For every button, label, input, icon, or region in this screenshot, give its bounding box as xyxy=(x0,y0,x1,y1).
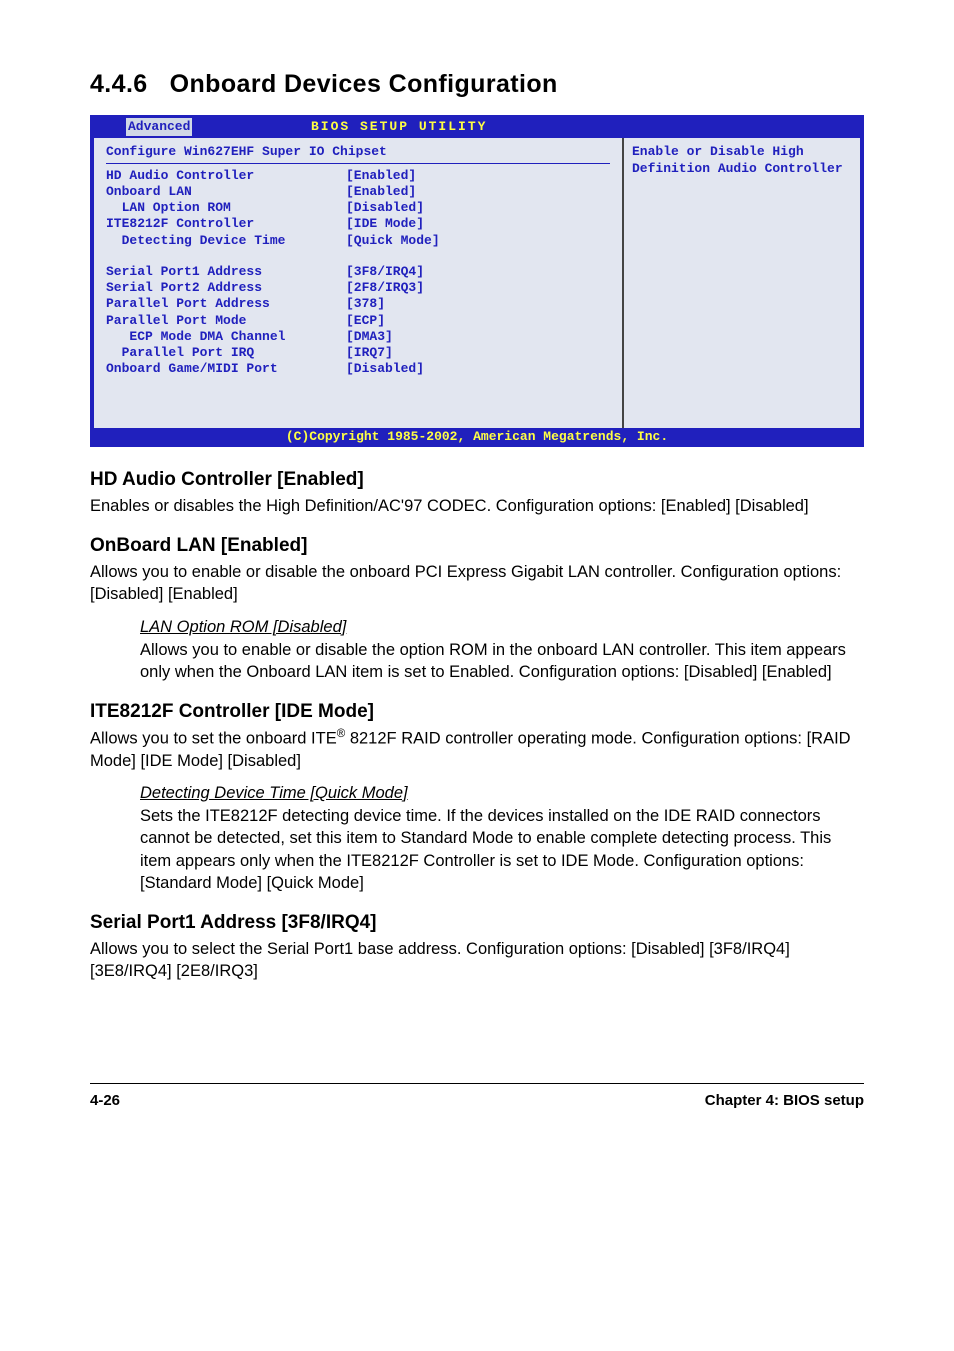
bios-row[interactable]: HD Audio Controller[Enabled] xyxy=(106,168,610,184)
section-heading: 4.4.6 Onboard Devices Configuration xyxy=(90,70,864,99)
bios-row[interactable]: Onboard LAN[Enabled] xyxy=(106,184,610,200)
serial1-title: Serial Port1 Address [3F8/IRQ4] xyxy=(90,912,864,934)
bios-row[interactable]: Onboard Game/MIDI Port[Disabled] xyxy=(106,361,610,377)
page-footer: 4-26 Chapter 4: BIOS setup xyxy=(90,1083,864,1109)
bios-help-pane: Enable or Disable High Definition Audio … xyxy=(624,138,860,427)
bios-header-title: BIOS SETUP UTILITY xyxy=(241,119,487,135)
lan-option-rom-text: Allows you to enable or disable the opti… xyxy=(140,639,864,684)
lan-option-rom-block: LAN Option ROM [Disabled] Allows you to … xyxy=(90,618,864,684)
bios-row[interactable]: ECP Mode DMA Channel[DMA3] xyxy=(106,329,610,345)
bios-row[interactable]: ITE8212F Controller[IDE Mode] xyxy=(106,216,610,232)
serial1-text: Allows you to select the Serial Port1 ba… xyxy=(90,938,864,983)
chapter-label: Chapter 4: BIOS setup xyxy=(705,1092,864,1109)
onboard-lan-text: Allows you to enable or disable the onbo… xyxy=(90,561,864,606)
bios-utility-panel: Advanced BIOS SETUP UTILITY Configure Wi… xyxy=(90,115,864,447)
ite-title: ITE8212F Controller [IDE Mode] xyxy=(90,701,864,723)
bios-subheader: Configure Win627EHF Super IO Chipset xyxy=(106,144,610,163)
registered-icon: ® xyxy=(337,728,346,740)
bios-group-2: Serial Port1 Address[3F8/IRQ4] Serial Po… xyxy=(106,264,610,378)
page-number: 4-26 xyxy=(90,1092,120,1109)
bios-row[interactable]: Serial Port1 Address[3F8/IRQ4] xyxy=(106,264,610,280)
ite-text-pre: Allows you to set the onboard ITE xyxy=(90,730,337,748)
bios-row[interactable]: Parallel Port Mode[ECP] xyxy=(106,313,610,329)
bios-group-1: HD Audio Controller[Enabled] Onboard LAN… xyxy=(106,168,610,249)
bios-row[interactable]: Detecting Device Time[Quick Mode] xyxy=(106,233,610,249)
bios-header: Advanced BIOS SETUP UTILITY xyxy=(90,115,864,136)
section-title-text: Onboard Devices Configuration xyxy=(170,70,558,98)
bios-row[interactable]: Serial Port2 Address[2F8/IRQ3] xyxy=(106,280,610,296)
bios-settings-pane: Configure Win627EHF Super IO Chipset HD … xyxy=(94,138,624,427)
section-number: 4.4.6 xyxy=(90,70,148,98)
bios-tab-advanced[interactable]: Advanced xyxy=(126,118,192,136)
hd-audio-text: Enables or disables the High Definition/… xyxy=(90,495,864,517)
bios-row[interactable]: LAN Option ROM[Disabled] xyxy=(106,200,610,216)
detecting-time-block: Detecting Device Time [Quick Mode] Sets … xyxy=(90,784,864,894)
bios-footer: (C)Copyright 1985-2002, American Megatre… xyxy=(90,428,864,447)
bios-row[interactable]: Parallel Port Address[378] xyxy=(106,296,610,312)
onboard-lan-title: OnBoard LAN [Enabled] xyxy=(90,535,864,557)
bios-row[interactable]: Parallel Port IRQ[IRQ7] xyxy=(106,345,610,361)
detecting-time-title: Detecting Device Time [Quick Mode] xyxy=(140,784,864,803)
detecting-time-text: Sets the ITE8212F detecting device time.… xyxy=(140,805,864,894)
lan-option-rom-title: LAN Option ROM [Disabled] xyxy=(140,618,864,637)
ite-text: Allows you to set the onboard ITE® 8212F… xyxy=(90,727,864,772)
hd-audio-title: HD Audio Controller [Enabled] xyxy=(90,469,864,491)
